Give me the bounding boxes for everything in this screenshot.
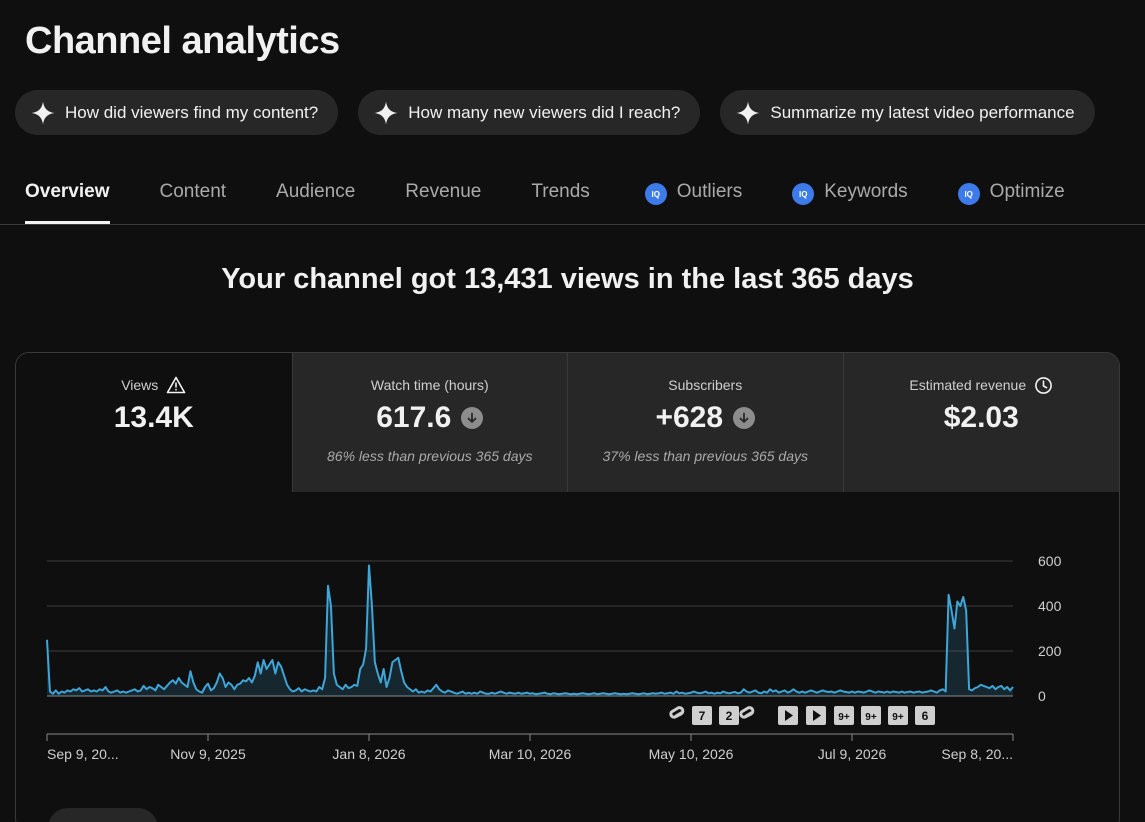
chip-label: How many new viewers did I reach?: [408, 102, 681, 122]
x-tick-label: Nov 9, 2025: [170, 746, 246, 762]
tabs-divider: [0, 224, 1145, 225]
metric-label: Estimated revenue: [909, 377, 1027, 393]
analytics-tabs: Overview Content Audience Revenue Trends…: [25, 168, 1065, 224]
metrics-card: Views 13.4K Watch time (hours) 617.6 86%…: [15, 352, 1120, 822]
x-tick-label: Jan 8, 2026: [332, 746, 405, 762]
metric-comparison: 86% less than previous 365 days: [327, 448, 533, 464]
metric-label: Subscribers: [668, 377, 743, 393]
chip-summarize-video[interactable]: Summarize my latest video performance: [720, 90, 1095, 135]
arrow-down-icon: [461, 407, 484, 429]
metric-subscribers[interactable]: Subscribers +628 37% less than previous …: [567, 353, 843, 492]
shorts-icon: [669, 706, 685, 719]
tab-keywords[interactable]: IQ Keywords: [792, 168, 908, 224]
metric-label-row: Views: [121, 375, 186, 395]
upload-count-label: 7: [699, 709, 706, 723]
chip-find-content[interactable]: How did viewers find my content?: [15, 90, 339, 135]
upload-count-label: 6: [922, 709, 929, 723]
page-title: Channel analytics: [25, 20, 340, 62]
iq-badge-icon: IQ: [957, 183, 980, 205]
tab-revenue[interactable]: Revenue: [405, 168, 481, 224]
shorts-icon: [739, 706, 755, 719]
metric-value-row: +628: [655, 401, 756, 435]
tab-label: Overview: [25, 181, 110, 202]
tab-label: Content: [159, 181, 227, 202]
metric-comparison: 37% less than previous 365 days: [602, 448, 808, 464]
sparkle-icon: [373, 100, 399, 126]
views-line-chart: 600 400 200 0 Sep 9, 20... Nov 9, 2025 Jan 8, …: [46, 553, 1062, 762]
sparkle-icon: [30, 100, 56, 126]
metric-label-row: Estimated revenue: [909, 375, 1053, 395]
tab-content[interactable]: Content: [160, 168, 227, 224]
x-tick-label: Mar 10, 2026: [489, 746, 572, 762]
tab-label: Trends: [531, 181, 590, 202]
tab-overview[interactable]: Overview: [25, 168, 110, 224]
sparkle-icon: [735, 100, 761, 126]
clock-icon[interactable]: [1034, 376, 1053, 395]
y-tick-label: 0: [1038, 688, 1046, 704]
tab-audience[interactable]: Audience: [276, 168, 355, 224]
metric-value: +628: [655, 401, 724, 434]
x-tick-label: Sep 8, 20...: [941, 746, 1013, 762]
tab-label: Outliers: [676, 181, 743, 202]
tab-label: Audience: [276, 181, 356, 202]
chip-new-viewers[interactable]: How many new viewers did I reach?: [358, 90, 701, 135]
upload-count-label: 9+: [892, 712, 904, 723]
iq-badge-icon: IQ: [792, 183, 815, 205]
metric-label: Views: [121, 377, 159, 393]
arrow-down-icon: [733, 407, 756, 429]
metric-views[interactable]: Views 13.4K: [16, 353, 292, 492]
tab-outliers[interactable]: IQ Outliers: [644, 168, 743, 224]
tab-label: Optimize: [989, 181, 1065, 202]
warning-icon[interactable]: [166, 376, 186, 394]
tab-label: Keywords: [824, 181, 908, 202]
metric-label: Watch time (hours): [370, 377, 489, 393]
metric-revenue[interactable]: Estimated revenue $2.03: [842, 353, 1119, 492]
overview-headline: Your channel got 13,431 views in the las…: [221, 263, 914, 295]
views-chart: 600 400 200 0 Sep 9, 20... Nov 9, 2025 Jan 8, …: [16, 492, 1119, 822]
metric-watch-time[interactable]: Watch time (hours) 617.6 86% less than p…: [291, 353, 567, 492]
chip-label: Summarize my latest video performance: [770, 102, 1075, 122]
more-options-button[interactable]: [48, 808, 158, 822]
tab-trends[interactable]: Trends: [531, 168, 589, 224]
series-line: [46, 564, 1014, 696]
metric-value: $2.03: [943, 401, 1019, 434]
x-tick-label: May 10, 2026: [649, 746, 734, 762]
x-tick-label: Sep 9, 20...: [47, 746, 119, 762]
tab-label: Revenue: [405, 181, 482, 202]
upload-count-label: 9+: [838, 712, 850, 723]
metric-tabs: Views 13.4K Watch time (hours) 617.6 86%…: [16, 353, 1119, 492]
metric-value-row: 617.6: [376, 401, 484, 435]
suggestion-chips: How did viewers find my content? How man…: [15, 90, 1095, 135]
y-tick-label: 400: [1038, 598, 1062, 614]
upload-count-label: 9+: [865, 712, 877, 723]
metric-value: 13.4K: [113, 401, 194, 434]
chip-label: How did viewers find my content?: [65, 102, 319, 122]
x-tick-label: Jul 9, 2026: [818, 746, 887, 762]
y-tick-label: 600: [1038, 553, 1062, 569]
metric-value: 617.6: [376, 401, 452, 434]
upload-count-label: 2: [726, 709, 733, 723]
tab-optimize[interactable]: IQ Optimize: [957, 168, 1065, 224]
iq-badge-icon: IQ: [644, 183, 667, 205]
y-tick-label: 200: [1038, 643, 1062, 659]
